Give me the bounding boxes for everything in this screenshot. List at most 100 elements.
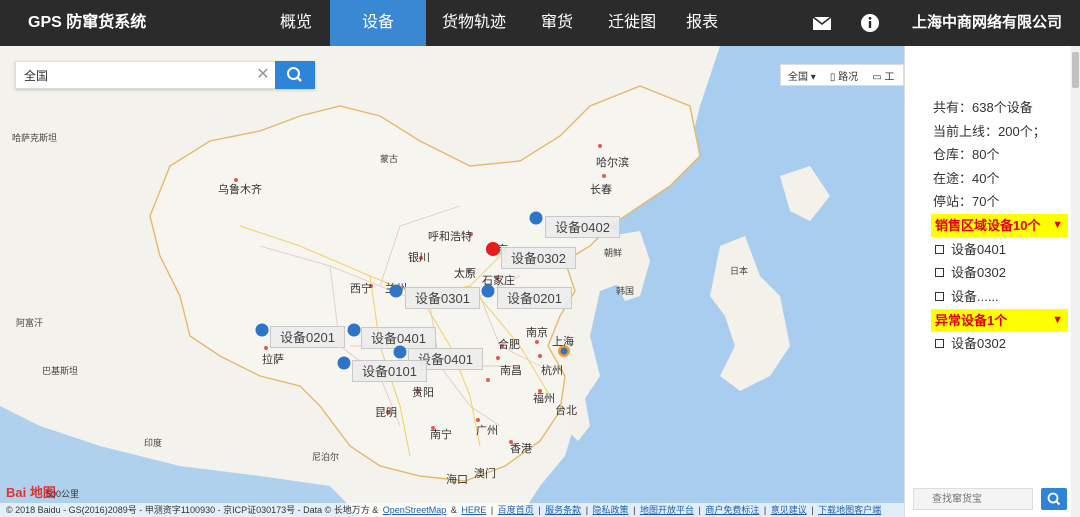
device-label[interactable]: 设备0201 <box>270 326 345 348</box>
footer-sep: | <box>698 505 701 515</box>
map-base <box>0 46 904 517</box>
footer-link[interactable]: 意见建议 <box>771 505 807 515</box>
top-bar: GPS 防窜货系统 概览 设备 货物轨迹 窜货 迁徙图 报表 上海中商网络有限公… <box>0 0 1080 46</box>
panel-search-input[interactable] <box>913 488 1033 510</box>
nav-migration[interactable]: 迁徙图 <box>592 0 672 46</box>
abnormal-group-title: 异常设备1个 <box>935 313 1008 328</box>
map-view[interactable]: 哈萨克斯坦 蒙古 哈尔滨 长春 乌鲁木齐 呼和浩特 银川 太原 石家庄 北京 西… <box>0 46 904 517</box>
list-item[interactable]: 设备0302 <box>935 261 1006 284</box>
panel-scrollbar[interactable] <box>1071 46 1080 517</box>
checkbox[interactable] <box>935 339 944 348</box>
list-item-label: 设备...... <box>951 289 999 304</box>
clear-icon[interactable]: ✕ <box>254 65 272 85</box>
map-search-input[interactable] <box>16 62 246 88</box>
checkbox[interactable] <box>935 245 944 254</box>
checkbox[interactable] <box>935 292 944 301</box>
map-label: 蒙古 <box>380 154 399 164</box>
footer-link[interactable]: HERE <box>461 505 486 515</box>
list-item-label: 设备0401 <box>951 242 1006 257</box>
list-item[interactable]: 设备0302 <box>935 332 1006 355</box>
stat-stopped: 停站：70个 <box>933 194 1000 209</box>
map-label: 澳门 <box>474 468 496 480</box>
device-panel: 共有：638个设备 当前上线：200个； 仓库：80个 在途：40个 停站：70… <box>904 46 1080 517</box>
footer-sep: | <box>538 505 541 515</box>
footer-sep: | <box>763 505 767 515</box>
device-stats: 共有：638个设备 当前上线：200个； 仓库：80个 在途：40个 停站：70… <box>933 96 1046 214</box>
sales-group-header[interactable]: 销售区域设备10个 ▼ <box>931 214 1068 237</box>
footer-sep: & <box>450 505 457 515</box>
map-label: 拉萨 <box>262 354 284 366</box>
map-label: 昆明 <box>375 407 397 419</box>
footer-link[interactable]: 地图开放平台 <box>640 505 694 515</box>
list-item-label: 设备0302 <box>951 336 1006 351</box>
footer-link[interactable]: 百度首页 <box>498 505 534 515</box>
footer-link[interactable]: 下载地图客户端 <box>818 505 881 515</box>
map-label: 巴基斯坦 <box>42 366 79 376</box>
search-icon <box>287 67 302 82</box>
map-footer: © 2018 Baidu - GS(2016)2089号 - 甲测资字11009… <box>0 503 904 517</box>
map-toolbar: 全国 ▾ ▯ 路况 ▭ 工 <box>780 64 904 86</box>
map-copyright: © 2018 Baidu - GS(2016)2089号 - 甲测资字11009… <box>6 505 379 515</box>
map-label: 海口 <box>446 474 468 486</box>
device-label[interactable]: 设备0302 <box>501 247 576 269</box>
map-label: 香港 <box>510 443 532 455</box>
triangle-down-icon: ▼ <box>1052 219 1063 231</box>
stat-transit: 在途：40个 <box>933 170 1000 186</box>
info-icon[interactable] <box>860 13 880 33</box>
main-nav: 概览 设备 货物轨迹 窜货 迁徙图 报表 <box>262 0 732 46</box>
list-item[interactable]: 设备0401 <box>935 238 1006 261</box>
map-label: 呼和浩特 <box>428 231 472 243</box>
map-label: 尼泊尔 <box>312 452 340 462</box>
nav-reports[interactable]: 报表 <box>672 0 732 46</box>
device-label[interactable]: 设备0301 <box>405 287 480 309</box>
map-label: 兰州 <box>385 283 407 295</box>
footer-link[interactable]: OpenStreetMap <box>383 505 447 515</box>
map-label: 太原 <box>454 268 476 280</box>
footer-sep: | <box>633 505 636 515</box>
map-label: 哈尔滨 <box>596 157 629 169</box>
stat-total: 共有：638个设备 <box>933 100 1033 115</box>
map-label: 南昌 <box>500 365 522 377</box>
sales-group-title: 销售区域设备10个 <box>935 218 1041 233</box>
map-label: 阿富汗 <box>16 318 44 328</box>
map-label: 福州 <box>533 393 555 405</box>
footer-link[interactable]: 服务条款 <box>545 505 581 515</box>
footer-link[interactable]: 商户免费标注 <box>705 505 759 515</box>
panel-search-button[interactable] <box>1041 488 1067 510</box>
nav-devices[interactable]: 设备 <box>330 0 427 46</box>
search-icon <box>1047 492 1061 506</box>
device-label[interactable]: 设备0201 <box>497 287 572 309</box>
abnormal-group-header[interactable]: 异常设备1个 ▼ <box>931 309 1068 332</box>
map-label: 印度 <box>144 438 163 448</box>
map-label: 乌鲁木齐 <box>218 184 262 196</box>
footer-sep: | <box>490 505 494 515</box>
scrollbar-thumb[interactable] <box>1072 52 1079 88</box>
nav-overview[interactable]: 概览 <box>262 0 330 46</box>
map-search-button[interactable] <box>275 61 315 89</box>
map-scale: 500公里 <box>46 489 80 499</box>
map-label: 长春 <box>590 184 612 196</box>
region-select[interactable]: 全国 ▾ <box>781 68 823 83</box>
triangle-down-icon: ▼ <box>1052 314 1063 326</box>
map-label: 上海 <box>552 336 574 348</box>
map-label: 南京 <box>526 327 548 339</box>
tools-toggle[interactable]: ▭ 工 <box>865 68 901 83</box>
map-label: 合肥 <box>498 339 520 351</box>
traffic-toggle[interactable]: ▯ 路况 <box>823 68 865 83</box>
map-label: 银川 <box>408 252 430 264</box>
map-label: 韩国 <box>616 286 635 296</box>
footer-sep: | <box>811 505 814 515</box>
checkbox[interactable] <box>935 268 944 277</box>
map-label: 广州 <box>476 425 498 437</box>
map-label: 日本 <box>730 266 749 276</box>
map-label: 台北 <box>555 405 577 417</box>
nav-cargo-track[interactable]: 货物轨迹 <box>426 0 522 46</box>
map-label: 杭州 <box>541 365 563 377</box>
device-label[interactable]: 设备0401 <box>361 327 436 349</box>
mail-icon[interactable] <box>812 13 832 33</box>
device-label[interactable]: 设备0402 <box>545 216 620 238</box>
list-item[interactable]: 设备...... <box>935 285 999 308</box>
device-label[interactable]: 设备0101 <box>352 360 427 382</box>
footer-link[interactable]: 隐私政策 <box>593 505 629 515</box>
nav-diversion[interactable]: 窜货 <box>522 0 592 46</box>
